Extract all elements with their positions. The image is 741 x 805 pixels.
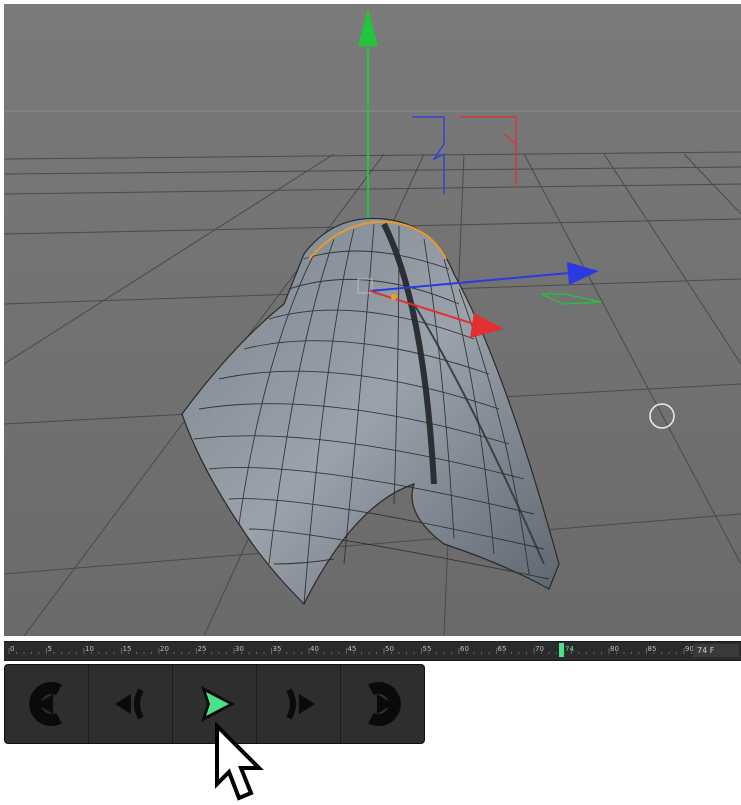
mouse-pointer-icon: [215, 722, 264, 801]
go-to-end-icon: [367, 682, 401, 726]
timeline-tick-label: 55: [423, 645, 432, 653]
current-frame-field[interactable]: 74 F: [693, 644, 739, 657]
timeline-tick-label: 30: [235, 645, 244, 653]
timeline-tick-label: 40: [310, 645, 319, 653]
go-to-start-button[interactable]: [5, 665, 89, 743]
timeline-tick-label: 80: [610, 645, 619, 653]
timeline-ticks: 0 5 10 15 20 25 30 35 40 45 50 55 60 65 70 74 80 85 90: [8, 643, 694, 657]
timeline-tick-label: 10: [85, 645, 94, 653]
playhead-marker: [559, 643, 564, 657]
step-back-button[interactable]: [89, 665, 173, 743]
timeline-tick-label: 15: [123, 645, 132, 653]
timeline-tick-label: 70: [535, 645, 544, 653]
timeline-tick-label: 5: [48, 645, 52, 653]
timeline-tick-label: 20: [160, 645, 169, 653]
timeline-tick-label: 65: [498, 645, 507, 653]
timeline-tick-label: 60: [460, 645, 469, 653]
timeline-tick-label: 0: [10, 645, 14, 653]
step-forward-button[interactable]: [257, 665, 341, 743]
timeline-tick-label: 50: [385, 645, 394, 653]
step-back-icon: [114, 688, 144, 720]
go-to-start-icon: [28, 682, 62, 726]
timeline-tick-label: 45: [348, 645, 357, 653]
viewport-scene: [4, 4, 741, 636]
step-forward-icon: [285, 688, 315, 720]
timeline-tick-label: 85: [648, 645, 657, 653]
timeline-ruler[interactable]: 0 5 10 15 20 25 30 35 40 45 50 55 60 65 70 74 80 85 90 74 …: [4, 641, 741, 661]
go-to-end-button[interactable]: [341, 665, 424, 743]
timeline-tick-label: 74: [565, 645, 574, 653]
timeline-tick-label: 25: [198, 645, 207, 653]
3d-viewport[interactable]: [4, 4, 741, 636]
timeline-tick-label: 35: [273, 645, 282, 653]
